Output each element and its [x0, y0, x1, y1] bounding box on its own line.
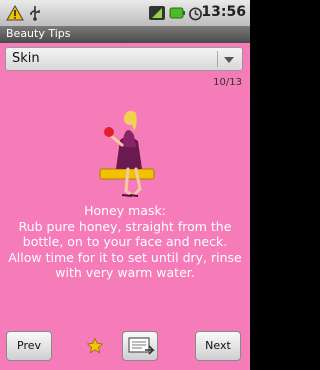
woman-illustration — [99, 110, 155, 197]
next-button[interactable]: Next — [195, 331, 241, 361]
tip-counter: 10/13 — [213, 77, 242, 88]
category-spinner[interactable]: Skin — [5, 47, 243, 71]
chevron-down-icon — [224, 57, 234, 63]
share-icon — [128, 337, 155, 355]
star-icon[interactable] — [86, 337, 104, 355]
app-title: Beauty Tips — [6, 27, 71, 40]
status-bar: 13:56 — [0, 0, 250, 26]
battery-icon — [169, 7, 185, 19]
signal-icon — [149, 6, 165, 20]
category-spinner-value: Skin — [12, 51, 40, 66]
spinner-divider — [217, 51, 218, 67]
prev-button[interactable]: Prev — [6, 331, 52, 361]
usb-icon — [30, 6, 40, 21]
tip-text: Honey mask: Rub pure honey, straight fro… — [6, 203, 244, 281]
tip-body: Rub pure honey, straight from the bottle… — [8, 218, 242, 281]
status-time: 13:56 — [201, 4, 246, 20]
tip-title: Honey mask: — [84, 203, 166, 218]
warning-icon — [6, 5, 24, 21]
share-button[interactable] — [122, 331, 158, 361]
content-area: Skin 10/13 Honey mask: Rub pure honey, s… — [0, 43, 250, 370]
app-title-bar: Beauty Tips — [0, 26, 250, 43]
